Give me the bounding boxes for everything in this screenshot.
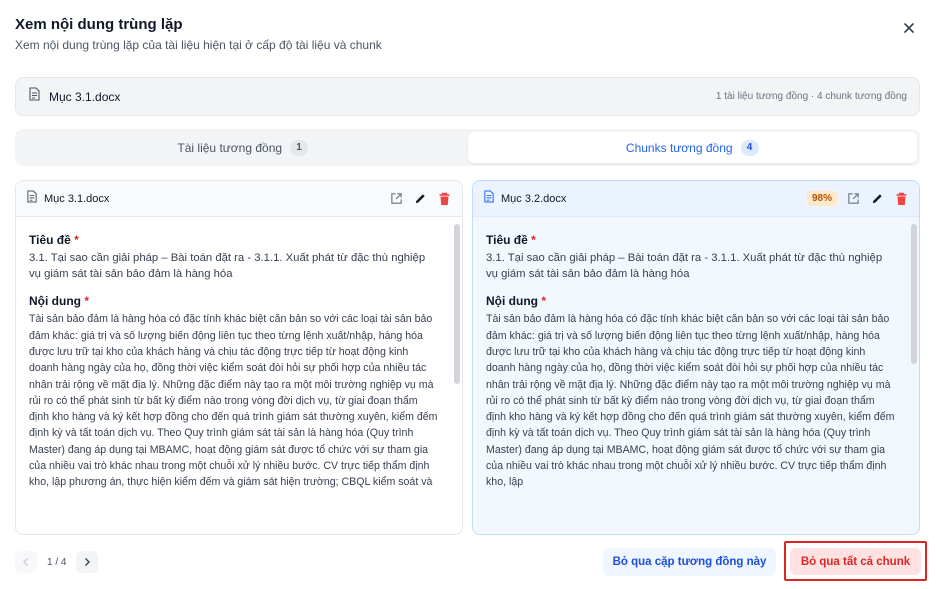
skip-pair-button[interactable]: Bỏ qua cặp tương đồng này <box>603 548 776 576</box>
delete-icon[interactable] <box>895 192 909 206</box>
title-field-value: 3.1. Tại sao cần giải pháp – Bài toán đặ… <box>486 252 883 281</box>
chevron-right-icon <box>85 558 91 566</box>
chevron-left-icon <box>23 558 28 566</box>
tab-similar-chunks[interactable]: Chunks tương đồng 4 <box>467 132 917 163</box>
highlight-box: Bỏ qua tất cả chunk <box>784 541 927 581</box>
document-icon <box>28 87 41 106</box>
title-field-value: 3.1. Tại sao cần giải pháp – Bài toán đặ… <box>29 252 426 281</box>
source-chunk-panel: Mục 3.1.docx Tiêu đề * 3.1. Tại sao cần … <box>15 180 463 535</box>
similar-chunk-panel: Mục 3.2.docx 98% Tiêu đề * 3.1. Tại sao … <box>472 180 920 535</box>
panel-body: Tiêu đề * 3.1. Tại sao cần giải pháp – B… <box>473 218 907 534</box>
panel-body: Tiêu đề * 3.1. Tại sao cần giải pháp – B… <box>16 218 450 534</box>
similarity-summary: 1 tài liệu tương đồng · 4 chunk tương đồ… <box>715 91 907 102</box>
scrollbar[interactable] <box>911 218 917 532</box>
open-external-icon[interactable] <box>847 192 861 206</box>
current-file-name: Mục 3.1.docx <box>49 89 121 104</box>
content-field-value: Tài sản bảo đảm là hàng hóa có đặc tính … <box>486 313 895 489</box>
similarity-badge: 98% <box>806 191 837 206</box>
next-page-button[interactable] <box>76 551 99 573</box>
delete-icon[interactable] <box>438 192 452 206</box>
open-external-icon[interactable] <box>390 192 404 206</box>
document-icon <box>26 189 38 208</box>
skip-all-chunks-button[interactable]: Bỏ qua tất cả chunk <box>790 548 921 575</box>
content-field-label: Nội dung * <box>486 294 546 309</box>
edit-icon[interactable] <box>414 192 428 206</box>
pager: 1 / 4 <box>15 551 99 573</box>
panel-file-name: Mục 3.1.docx <box>44 192 110 205</box>
title-field-label: Tiêu đề * <box>29 233 79 247</box>
page-indicator: 1 / 4 <box>47 556 67 568</box>
content-field-label: Nội dung * <box>29 294 89 309</box>
prev-page-button[interactable] <box>15 551 37 573</box>
tab-count-badge: 1 <box>290 139 309 156</box>
tab-similar-documents[interactable]: Tài liệu tương đồng 1 <box>18 132 468 163</box>
dialog-subtitle: Xem nội dung trùng lặp của tài liệu hiện… <box>15 38 382 52</box>
tab-bar: Tài liệu tương đồng 1 Chunks tương đồng … <box>15 129 920 166</box>
panel-header: Mục 3.1.docx <box>16 181 462 217</box>
panel-file-name: Mục 3.2.docx <box>501 192 567 205</box>
content-field-value: Tài sản bảo đảm là hàng hóa có đặc tính … <box>29 313 438 489</box>
scrollbar[interactable] <box>454 218 460 532</box>
tab-label: Chunks tương đồng <box>625 140 733 155</box>
document-icon <box>483 189 495 208</box>
dialog-title: Xem nội dung trùng lặp <box>15 16 183 33</box>
current-file-bar: Mục 3.1.docx 1 tài liệu tương đồng · 4 c… <box>15 77 920 116</box>
tab-count-badge: 4 <box>740 139 759 156</box>
title-field-label: Tiêu đề * <box>486 233 536 247</box>
tab-label: Tài liệu tương đồng <box>177 140 283 155</box>
dialog-header: Xem nội dung trùng lặp Xem nội dung trùn… <box>15 14 921 53</box>
panel-header: Mục 3.2.docx 98% <box>473 181 919 217</box>
close-icon[interactable] <box>901 20 917 36</box>
edit-icon[interactable] <box>871 192 885 206</box>
